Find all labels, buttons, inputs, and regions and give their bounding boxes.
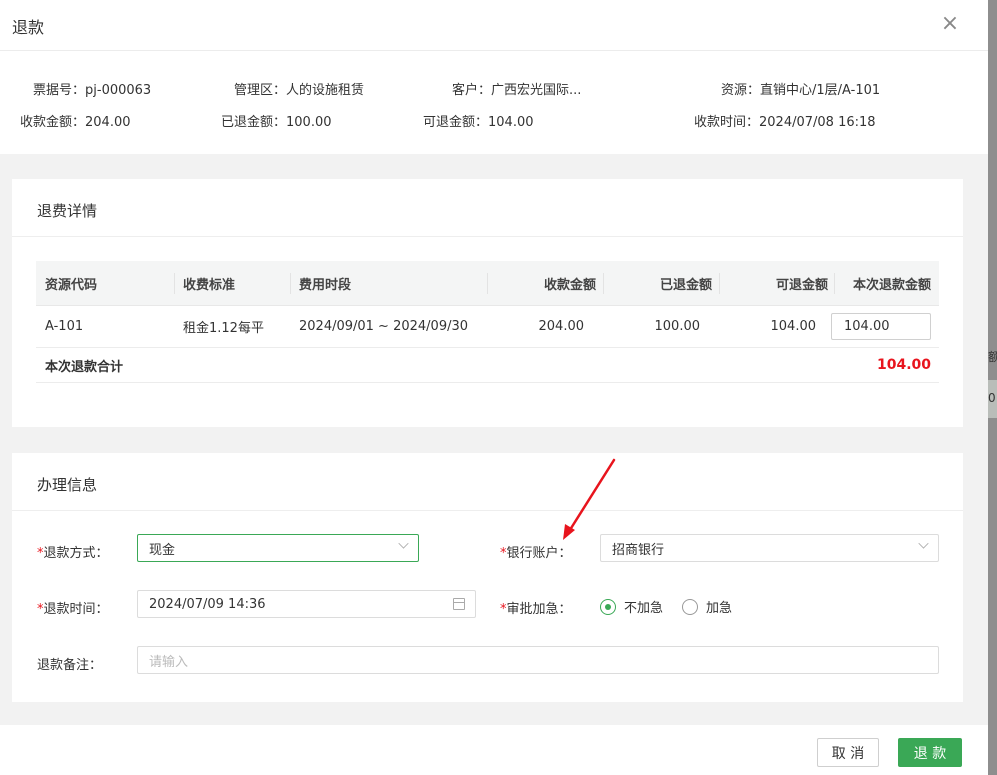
column-header: 收款金额 (543, 277, 596, 293)
ticket-number: 票据号：pj-000063 (33, 79, 151, 98)
radio-urgent[interactable]: 加急 (682, 597, 732, 616)
column-divider (290, 273, 291, 294)
customer: 客户：广西宏光国际... (452, 79, 581, 98)
total-label: 本次退款合计 (45, 359, 124, 375)
column-divider (174, 273, 175, 294)
refund-button[interactable]: 退 款 (898, 738, 962, 767)
dialog-footer: 取 消 退 款 (0, 725, 988, 775)
management-area: 管理区：人的设施租赁 (234, 79, 364, 98)
refunded-amount: 已退金额：100.00 (221, 111, 332, 130)
fee-period: 2024/09/01 ~ 2024/09/30 (299, 319, 469, 334)
received-time-label: 收款时间： (694, 115, 760, 130)
calendar-icon (453, 598, 465, 610)
table-row: A-101 租金1.12每平 2024/09/01 ~ 2024/09/30 2… (36, 306, 939, 348)
urgent-label: *审批加急： (500, 598, 572, 617)
resource: 资源：直销中心/1层/A-101 (721, 79, 880, 98)
refundable-amount: 可退金额：104.00 (423, 111, 534, 130)
column-header: 资源代码 (45, 277, 98, 293)
handling-info-card: 办理信息 *退款方式： 现金 *银行账户： 招商银行 *退款时间： 2024/0… (12, 453, 963, 702)
refund-time-label: *退款时间： (37, 598, 109, 617)
radio-not-urgent[interactable]: 不加急 (600, 597, 663, 616)
payment-summary: 票据号：pj-000063 管理区：人的设施租赁 客户：广西宏光国际... 资源… (0, 52, 988, 154)
divider (12, 236, 963, 237)
refund-time-value: 2024/07/09 14:36 (149, 596, 266, 612)
total-value: 104.00 (876, 357, 931, 373)
refunded-value: 100.00 (286, 115, 332, 130)
chevron-down-icon (398, 538, 409, 549)
refund-dialog: 退款 × 票据号：pj-000063 管理区：人的设施租赁 客户：广西宏光国际.… (0, 0, 988, 775)
bank-account-select[interactable]: 招商银行 (600, 534, 939, 562)
row-refunded: 100.00 (654, 319, 701, 334)
radio-unchecked-icon (682, 598, 698, 615)
received-time-value: 2024/07/08 16:18 (759, 115, 876, 130)
bank-account-value: 招商银行 (612, 542, 665, 558)
column-header: 已退金额 (659, 277, 712, 293)
refunded-label: 已退金额： (221, 115, 287, 130)
refund-detail-title: 退费详情 (37, 202, 98, 220)
refundable-value: 104.00 (488, 115, 534, 130)
column-header: 收费标准 (183, 277, 236, 293)
refund-amount-cell: 104.00 (831, 306, 931, 347)
refund-amount-input[interactable]: 104.00 (831, 313, 931, 340)
urgent-label-text: 审批加急： (506, 602, 572, 617)
dialog-title: 退款 (12, 18, 45, 37)
received-value: 204.00 (85, 115, 131, 130)
column-header: 可退金额 (775, 277, 828, 293)
radio-label: 不加急 (624, 601, 664, 616)
resource-code: A-101 (45, 319, 84, 334)
remark-label: 退款备注： (37, 658, 103, 673)
divider (12, 510, 963, 511)
refundable-label: 可退金额： (423, 115, 489, 130)
dialog-header: 退款 × (0, 0, 988, 51)
ticket-label: 票据号： (33, 83, 86, 98)
remark-input[interactable]: 请输入 (137, 646, 939, 674)
backdrop-text: 0 (988, 391, 996, 405)
column-header: 本次退款金额 (852, 277, 931, 293)
received-time: 收款时间：2024/07/08 16:18 (694, 111, 876, 130)
cancel-button[interactable]: 取 消 (817, 738, 879, 767)
bank-account-label: *银行账户： (500, 542, 572, 561)
column-header: 费用时段 (299, 277, 352, 293)
radio-label: 加急 (706, 601, 733, 616)
column-divider (834, 273, 835, 294)
row-received: 204.00 (538, 319, 585, 334)
close-icon[interactable]: × (938, 11, 962, 37)
area-label: 管理区： (234, 83, 287, 98)
refund-time-picker[interactable]: 2024/07/09 14:36 (137, 590, 476, 618)
refund-method-label: *退款方式： (37, 542, 109, 561)
received-label: 收款金额： (20, 115, 86, 130)
refund-method-value: 现金 (149, 542, 176, 558)
ticket-value: pj-000063 (85, 83, 152, 98)
refund-method-label-text: 退款方式： (43, 546, 109, 561)
resource-label: 资源： (721, 83, 761, 98)
chevron-down-icon (918, 538, 929, 549)
resource-value: 直销中心/1层/A-101 (760, 83, 881, 98)
radio-checked-icon (600, 598, 616, 615)
refund-detail-card: 退费详情 资源代码 收费标准 费用时段 收款金额 已退金额 可退金额 本次退款金… (12, 179, 963, 427)
refund-method-select[interactable]: 现金 (137, 534, 419, 562)
charge-standard: 租金1.12每平 (183, 321, 264, 336)
row-refundable: 104.00 (770, 319, 817, 334)
handling-info-title: 办理信息 (37, 476, 98, 494)
total-row: 本次退款合计 104.00 (36, 348, 939, 383)
bank-account-label-text: 银行账户： (506, 546, 572, 561)
annotation-arrow-icon (563, 458, 616, 540)
received-amount: 收款金额：204.00 (20, 111, 131, 130)
table-header: 资源代码 收费标准 费用时段 收款金额 已退金额 可退金额 本次退款金额 (36, 261, 939, 306)
area-value: 人的设施租赁 (286, 83, 365, 98)
customer-label: 客户： (452, 83, 492, 98)
refund-time-label-text: 退款时间： (43, 602, 109, 617)
customer-value: 广西宏光国际... (491, 83, 582, 98)
backdrop-text: 额 (988, 350, 997, 364)
